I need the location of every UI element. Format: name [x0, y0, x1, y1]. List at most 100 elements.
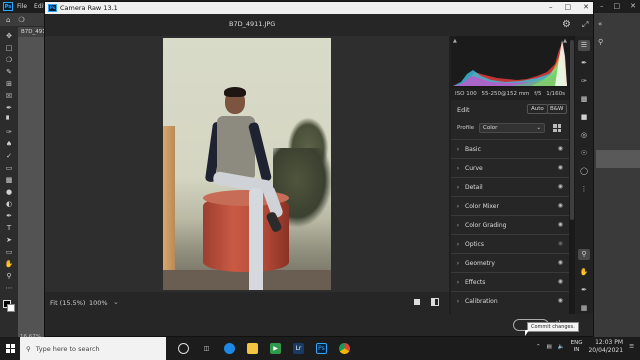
eye-icon[interactable]: ◉: [558, 278, 563, 285]
section-effects[interactable]: › Effects ◉: [451, 272, 569, 291]
clock[interactable]: 12:03 PM 20/04/2021: [588, 339, 623, 355]
frame-tool-icon[interactable]: ☒: [4, 92, 14, 100]
language-indicator[interactable]: ENG IN: [571, 340, 583, 354]
lasso-tool-icon[interactable]: ❍: [18, 16, 24, 24]
chrome-icon[interactable]: [339, 343, 350, 354]
eye-icon[interactable]: ◉: [558, 297, 563, 304]
lasso-tool-icon[interactable]: ❍: [4, 56, 14, 64]
more-tools-icon[interactable]: ⋯: [4, 284, 14, 292]
shadow-clipping-icon[interactable]: ▲: [453, 38, 457, 44]
eye-icon[interactable]: ◉: [558, 145, 563, 152]
radial-filter-icon[interactable]: ◎: [578, 130, 590, 141]
photo-preview[interactable]: [163, 38, 331, 290]
image-canvas[interactable]: [45, 36, 449, 292]
pen-tool-icon[interactable]: ✒: [4, 212, 14, 220]
gear-icon[interactable]: ⚙: [562, 19, 571, 30]
black-white-button[interactable]: B&W: [547, 104, 567, 114]
healing-brush-tool-icon[interactable]: ▘: [4, 116, 14, 124]
profile-browser-icon[interactable]: [553, 124, 561, 132]
menu-file[interactable]: File: [17, 3, 27, 10]
before-after-icon[interactable]: [431, 298, 439, 306]
section-label: Color Grading: [465, 221, 507, 229]
section-color-mixer[interactable]: › Color Mixer ◉: [451, 196, 569, 215]
section-basic[interactable]: › Basic ◉: [451, 139, 569, 158]
scrollbar-thumb[interactable]: [570, 40, 574, 220]
chevron-down-icon[interactable]: ⌄: [113, 298, 119, 306]
section-geometry[interactable]: › Geometry ◉: [451, 253, 569, 272]
maximize-icon[interactable]: □: [614, 2, 621, 10]
photoshop-taskbar-icon[interactable]: Ps: [316, 343, 327, 354]
adjustment-brush-icon[interactable]: ▩: [578, 94, 590, 105]
eye-icon[interactable]: ◉: [558, 164, 563, 171]
network-icon[interactable]: ▤: [547, 344, 552, 350]
profile-select[interactable]: Color ⌄: [479, 123, 545, 133]
crop-tool-icon[interactable]: ⊞: [4, 80, 14, 88]
eyedropper-tool-icon[interactable]: ✒: [4, 104, 14, 112]
snapshots-icon[interactable]: ◯: [578, 166, 590, 177]
blur-tool-icon[interactable]: ●: [4, 188, 14, 196]
maximize-icon[interactable]: □: [565, 3, 572, 11]
history-brush-tool-icon[interactable]: ✓: [4, 152, 14, 160]
edge-icon[interactable]: [224, 343, 235, 354]
close-icon[interactable]: ✕: [583, 3, 589, 11]
hand-icon[interactable]: ✋: [578, 267, 590, 278]
eye-icon[interactable]: ◉: [558, 240, 563, 247]
section-curve[interactable]: › Curve ◉: [451, 158, 569, 177]
single-view-icon[interactable]: [414, 299, 420, 305]
media-player-icon[interactable]: ▶: [270, 343, 281, 354]
quick-select-tool-icon[interactable]: ✎: [4, 68, 14, 76]
highlight-clipping-icon[interactable]: ▲: [563, 38, 567, 44]
search-icon[interactable]: ⚲: [598, 38, 603, 46]
grid-icon[interactable]: ▦: [578, 303, 590, 314]
edit-sliders-icon[interactable]: ☰: [578, 40, 590, 51]
start-button[interactable]: [0, 337, 20, 360]
eye-icon[interactable]: ◉: [558, 221, 563, 228]
eye-icon[interactable]: ◉: [558, 183, 563, 190]
hand-tool-icon[interactable]: ✋: [4, 260, 14, 268]
section-detail[interactable]: › Detail ◉: [451, 177, 569, 196]
zoom-tool-icon[interactable]: ⚲: [4, 272, 14, 280]
fullscreen-icon[interactable]: ⤢: [582, 20, 588, 30]
graduated-filter-icon[interactable]: ■: [578, 112, 590, 123]
section-color-grading[interactable]: › Color Grading ◉: [451, 215, 569, 234]
fit-zoom-button[interactable]: Fit (15.5%): [50, 299, 85, 307]
type-tool-icon[interactable]: T: [4, 224, 14, 232]
background-color-swatch[interactable]: [7, 304, 15, 312]
presets-icon[interactable]: ⋮: [578, 184, 590, 195]
tray-chevron-icon[interactable]: ⌃: [536, 344, 541, 350]
clone-stamp-tool-icon[interactable]: ♠: [4, 140, 14, 148]
section-calibration[interactable]: › Calibration ◉: [451, 291, 569, 310]
marquee-tool-icon[interactable]: □: [4, 44, 14, 52]
close-icon[interactable]: ✕: [630, 2, 636, 10]
notifications-icon[interactable]: ☰: [629, 344, 634, 350]
minimize-icon[interactable]: –: [549, 3, 553, 11]
red-eye-icon[interactable]: ☉: [578, 148, 590, 159]
taskbar-search[interactable]: ⚲ Type here to search: [20, 337, 166, 360]
eyedropper-icon[interactable]: ✒: [578, 285, 590, 296]
lightroom-icon[interactable]: Lr: [293, 343, 304, 354]
photoshop-panel-icons: « ⚲: [598, 20, 603, 46]
path-select-tool-icon[interactable]: ➤: [4, 236, 14, 244]
home-icon[interactable]: ⌂: [6, 16, 10, 24]
shape-tool-icon[interactable]: ▭: [4, 248, 14, 256]
panel-expand-icon[interactable]: «: [598, 20, 603, 28]
cortana-icon[interactable]: [178, 343, 189, 354]
file-explorer-icon[interactable]: [247, 343, 258, 354]
eraser-tool-icon[interactable]: ▭: [4, 164, 14, 172]
crop-rotate-icon[interactable]: ✒: [578, 58, 590, 69]
move-tool-icon[interactable]: ✥: [4, 32, 14, 40]
spot-removal-icon[interactable]: ✑: [578, 76, 590, 87]
brush-tool-icon[interactable]: ✑: [4, 128, 14, 136]
task-view-icon[interactable]: ◫: [201, 343, 212, 354]
zoom-icon[interactable]: ⚲: [578, 249, 590, 260]
section-optics[interactable]: › Optics ◉: [451, 234, 569, 253]
gradient-tool-icon[interactable]: ▩: [4, 176, 14, 184]
eye-icon[interactable]: ◉: [558, 259, 563, 266]
volume-icon[interactable]: 🔈: [558, 344, 565, 350]
eye-icon[interactable]: ◉: [558, 202, 563, 209]
minimize-icon[interactable]: –: [600, 2, 604, 10]
zoom-100-button[interactable]: 100%: [89, 299, 108, 307]
auto-button[interactable]: Auto: [527, 104, 548, 114]
dodge-tool-icon[interactable]: ◐: [4, 200, 14, 208]
color-swatches[interactable]: [3, 300, 15, 312]
